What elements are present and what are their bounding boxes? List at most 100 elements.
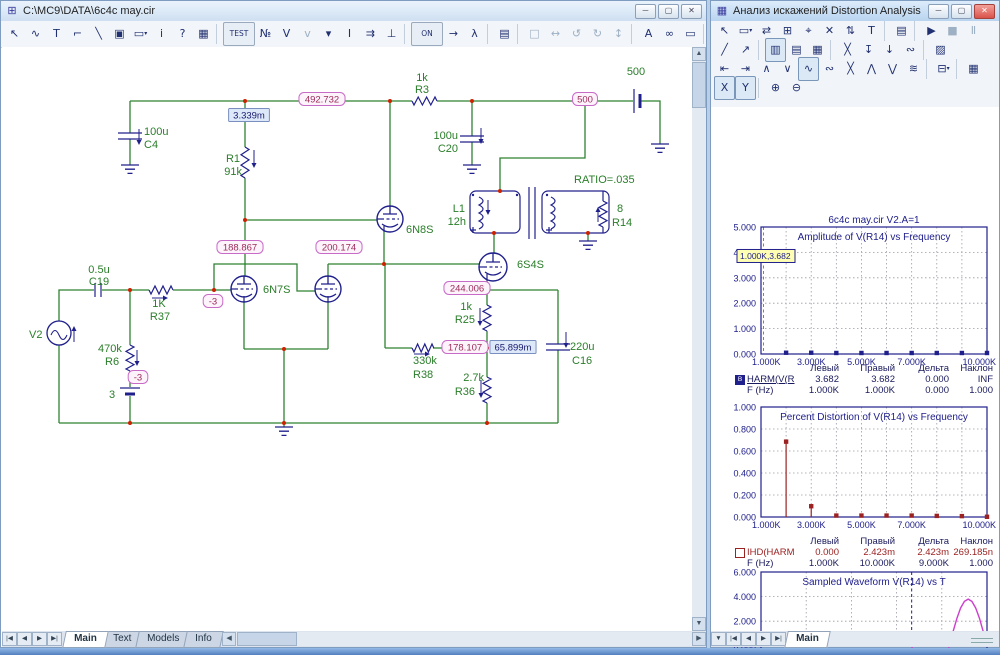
y-tick-label: 1.000: [733, 324, 756, 334]
display-options-dropdown[interactable]: ▾: [318, 22, 339, 46]
wave-tool[interactable]: ∿: [25, 22, 46, 46]
search-binoculars-button[interactable]: ∞: [659, 22, 680, 46]
scroll-left-button[interactable]: ◀: [222, 632, 236, 646]
wire-arrow-toggle[interactable]: →: [443, 22, 464, 46]
numeric-output-button[interactable]: ▦: [963, 57, 984, 81]
cursor-value: 1.000K: [809, 385, 839, 396]
vertical-scrollbar[interactable]: ▲ ▼: [692, 47, 706, 631]
scroll-right-button[interactable]: ▶: [692, 632, 706, 646]
next-page-button[interactable]: ▶: [756, 632, 771, 646]
zoom-out-button[interactable]: ⊖: [786, 76, 807, 100]
vertical-scroll-thumb[interactable]: [692, 62, 706, 108]
maximize-button[interactable]: ▢: [951, 4, 972, 19]
inflection-button[interactable]: ╳: [840, 57, 861, 81]
global-high-button[interactable]: ⋀: [861, 57, 882, 81]
select-tool[interactable]: ↖: [4, 22, 25, 46]
trace-color-box[interactable]: [735, 548, 745, 558]
text-tool[interactable]: T: [46, 22, 67, 46]
tab-main[interactable]: Main: [784, 631, 830, 648]
current-badge: 3.339m: [233, 111, 265, 122]
plot-title: Percent Distortion of V(R14) vs Frequenc…: [780, 412, 968, 423]
component-label: V2: [29, 329, 42, 341]
node-voltages-toggle[interactable]: V: [276, 22, 297, 46]
resize-grip[interactable]: [971, 638, 993, 643]
component-label: 12h: [448, 216, 466, 228]
wire-tool[interactable]: ⌐: [67, 22, 88, 46]
cursor-value: 0.000: [925, 385, 949, 396]
ripple-button[interactable]: ≋: [903, 57, 924, 81]
analysis-toolbar-row: XY ⊕⊖: [711, 78, 999, 97]
test-button[interactable]: TEST: [223, 22, 255, 46]
tab-main[interactable]: Main: [62, 631, 108, 648]
component-label: C19: [89, 276, 109, 288]
cursor-value: 2.423m: [863, 547, 895, 558]
close-button[interactable]: ✕: [681, 4, 702, 19]
component-tool[interactable]: ▣: [109, 22, 130, 46]
cursor-value: 9.000K: [919, 558, 949, 569]
auto-scale-x-button[interactable]: X: [714, 76, 735, 100]
zoom-in-button[interactable]: ⊕: [765, 76, 786, 100]
last-page-button[interactable]: ▶|: [47, 632, 62, 646]
close-button[interactable]: ✕: [974, 4, 995, 19]
maximize-button[interactable]: ▢: [658, 4, 679, 19]
distortion-plot[interactable]: 1.0000.8000.6000.4000.2000.0001.000K3.00…: [711, 398, 999, 536]
amplitude-plot[interactable]: 5.0004.0003.0002.0001.0000.0001.000K3.00…: [711, 215, 999, 369]
window-preview-button[interactable]: ▭: [680, 22, 701, 46]
y-tick-label: 0.600: [733, 447, 756, 457]
scroll-up-button[interactable]: ▲: [692, 47, 706, 61]
last-page-button[interactable]: ▶|: [771, 632, 786, 646]
power-toggle[interactable]: ⇉: [360, 22, 381, 46]
analysis-toolbar: ↖▭▾⇄⊞⌖✕⇅T▤▶■Ⅱ╱↗▥▤▦╳↧↓∾▨⇤⇥∧∨∿∾╳⋀⋁≋⊟▾▦XY⊕⊖: [711, 21, 999, 108]
first-page-button[interactable]: |◀: [726, 632, 741, 646]
node-numbers-toggle[interactable]: №: [255, 22, 276, 46]
probe-toggle[interactable]: λ: [464, 22, 485, 46]
table-header: Левый: [810, 536, 839, 547]
find-text-button[interactable]: A: [638, 22, 659, 46]
attributes-button[interactable]: ▤: [494, 22, 515, 46]
table-header: Правый: [860, 536, 895, 547]
minimize-button[interactable]: ─: [928, 4, 949, 19]
page-tab-bar: |◀◀▶▶| MainTextModelsInfo ◀ ▶: [2, 631, 706, 647]
x-tick-label: 3.000K: [797, 520, 826, 530]
previous-page-button[interactable]: ◀: [741, 632, 756, 646]
y-tick-label: 4.000: [733, 592, 756, 602]
help-mode-tool[interactable]: ?: [172, 22, 193, 46]
on-state-toggle[interactable]: ON: [411, 22, 443, 46]
low-button[interactable]: ∾: [819, 57, 840, 81]
minimize-button[interactable]: ─: [635, 4, 656, 19]
horizontal-scroll-thumb[interactable]: [237, 632, 297, 646]
y-tick-label: 0.400: [733, 469, 756, 479]
toolbar-separator: [703, 24, 708, 44]
cursor-table: ЛевыйПравыйДельтаНаклонBHARM(V(R3.6823.6…: [711, 363, 999, 396]
first-page-button[interactable]: |◀: [2, 632, 17, 646]
schematic-canvas[interactable]: 100uC4R191k1kR3100uC20500L112hRATIO=.035…: [2, 47, 692, 631]
line-tool[interactable]: ╲: [88, 22, 109, 46]
schematic-drawing[interactable]: 100uC4R191k1kR3100uC20500L112hRATIO=.035…: [2, 47, 692, 631]
analysis-icon: ▦: [715, 5, 729, 18]
go-to-branch-dropdown[interactable]: ⊟▾: [933, 57, 954, 81]
trace-label: IHD(HARM: [747, 547, 795, 558]
trace-color-box[interactable]: B: [735, 375, 745, 385]
y-tick-label: 0.800: [733, 425, 756, 435]
trace-label: HARM(V(R: [747, 374, 795, 385]
schematic-window-titlebar[interactable]: ⊞ C:\MC9\DATA\6c4c may.cir ─ ▢ ✕: [1, 1, 706, 22]
toolbar-separator: [404, 24, 409, 44]
bottom-strip: [0, 648, 1000, 655]
horizontal-scrollbar[interactable]: ◀ ▶: [222, 632, 706, 646]
auto-scale-y-button[interactable]: Y: [735, 76, 756, 100]
page-list-button[interactable]: ▼: [711, 632, 726, 646]
condition-toggle[interactable]: ⊥: [381, 22, 402, 46]
shape-tool[interactable]: ▭▾: [130, 22, 151, 46]
table-header: Правый: [860, 363, 895, 374]
tab-info[interactable]: Info: [184, 631, 224, 648]
component-label: R3: [415, 84, 429, 96]
info-tool[interactable]: i: [151, 22, 172, 46]
node-voltage-badge: 178.107: [448, 343, 482, 354]
scroll-down-button[interactable]: ▼: [692, 617, 706, 631]
x-tick-label: 5.000K: [847, 520, 876, 530]
color-palette-button[interactable]: ▦: [193, 22, 214, 46]
global-low-button[interactable]: ⋁: [882, 57, 903, 81]
previous-page-button[interactable]: ◀: [17, 632, 32, 646]
next-page-button[interactable]: ▶: [32, 632, 47, 646]
currents-toggle[interactable]: I: [339, 22, 360, 46]
